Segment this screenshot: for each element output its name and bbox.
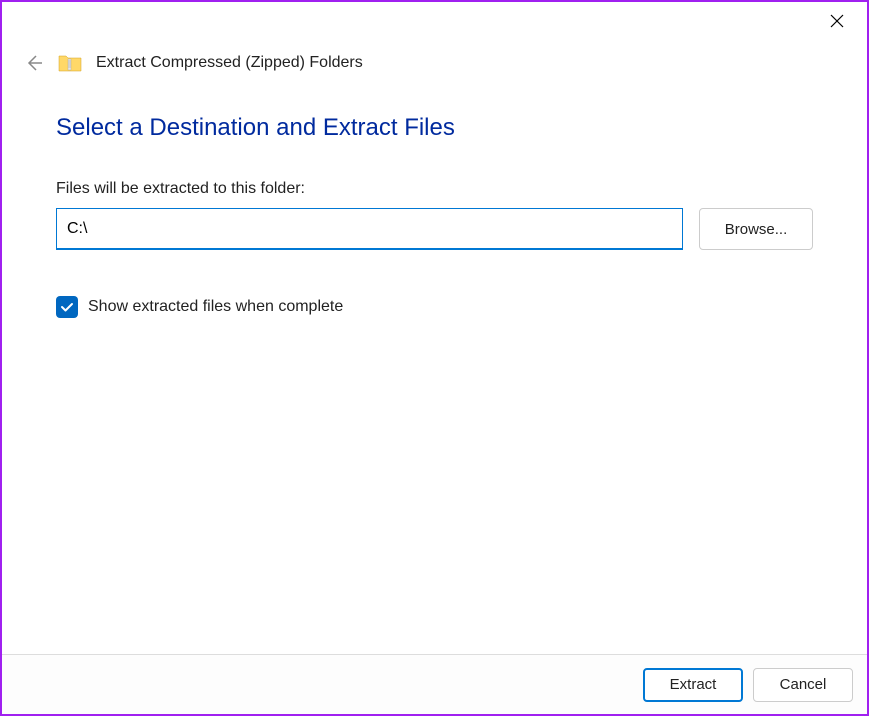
close-icon: [830, 14, 844, 28]
path-label: Files will be extracted to this folder:: [56, 180, 813, 198]
zipped-folder-icon: [58, 53, 82, 73]
back-arrow-icon: [22, 52, 44, 74]
browse-button[interactable]: Browse...: [699, 208, 813, 250]
checkbox-label: Show extracted files when complete: [88, 298, 343, 316]
destination-path-input[interactable]: [56, 208, 683, 250]
extract-button[interactable]: Extract: [643, 668, 743, 702]
wizard-content: Select a Destination and Extract Files F…: [2, 84, 867, 318]
wizard-title: Extract Compressed (Zipped) Folders: [96, 54, 363, 72]
cancel-button[interactable]: Cancel: [753, 668, 853, 702]
wizard-header: Extract Compressed (Zipped) Folders: [2, 2, 867, 84]
checkmark-icon: [60, 300, 74, 314]
back-button[interactable]: [22, 52, 44, 74]
page-heading: Select a Destination and Extract Files: [56, 114, 813, 142]
close-button[interactable]: [817, 6, 857, 36]
show-files-checkbox[interactable]: [56, 296, 78, 318]
dialog-footer: Extract Cancel: [2, 654, 867, 714]
